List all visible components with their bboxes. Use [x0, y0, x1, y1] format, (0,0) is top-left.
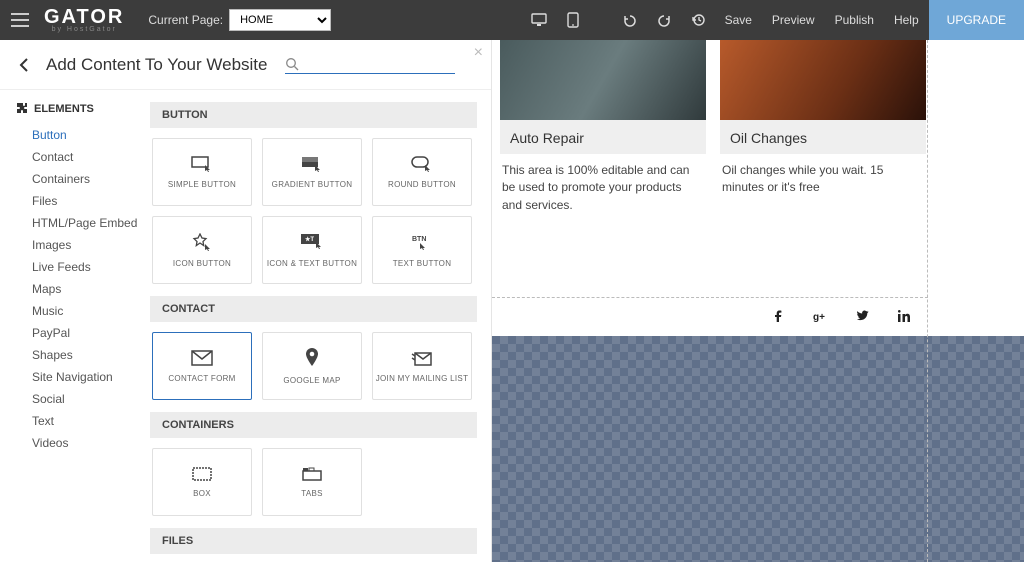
category-list: ELEMENTS Button Contact Containers Files… — [0, 90, 150, 562]
tile-icon-text-button[interactable]: ★T ICON & TEXT BUTTON — [262, 216, 362, 284]
tile-icon-button[interactable]: ICON BUTTON — [152, 216, 252, 284]
save-button[interactable]: Save — [715, 0, 762, 40]
card-image — [720, 40, 926, 120]
twitter-icon[interactable] — [854, 308, 870, 324]
category-item-html[interactable]: HTML/Page Embed — [32, 212, 146, 234]
card-title: Oil Changes — [730, 130, 916, 146]
desktop-view-icon[interactable] — [521, 0, 557, 40]
category-item-images[interactable]: Images — [32, 234, 146, 256]
back-icon[interactable] — [16, 56, 34, 74]
category-item-livefeeds[interactable]: Live Feeds — [32, 256, 146, 278]
card-text: This area is 100% editable and can be us… — [500, 154, 706, 214]
category-item-button[interactable]: Button — [32, 124, 146, 146]
add-content-panel: Add Content To Your Website × ELEMENTS B… — [0, 40, 492, 562]
tile-box[interactable]: BOX — [152, 448, 252, 516]
dashed-divider — [492, 222, 928, 298]
close-icon[interactable]: × — [474, 44, 483, 62]
preview-button[interactable]: Preview — [762, 0, 825, 40]
category-item-videos[interactable]: Videos — [32, 432, 146, 454]
panel-title: Add Content To Your Website — [46, 55, 267, 75]
site-canvas[interactable]: Auto Repair This area is 100% editable a… — [492, 40, 1024, 562]
linkedin-icon[interactable] — [896, 308, 912, 324]
category-item-music[interactable]: Music — [32, 300, 146, 322]
googleplus-icon[interactable]: g+ — [812, 308, 828, 324]
category-item-contact[interactable]: Contact — [32, 146, 146, 168]
tile-round-button[interactable]: ROUND BUTTON — [372, 138, 472, 206]
brand-name: GATOR — [44, 8, 124, 26]
vertical-guide — [927, 40, 928, 562]
tile-text-button[interactable]: BTN TEXT BUTTON — [372, 216, 472, 284]
category-item-containers[interactable]: Containers — [32, 168, 146, 190]
section-contact: CONTACT — [150, 296, 477, 322]
card-oil-changes[interactable]: Oil Changes Oil changes while you wait. … — [720, 40, 926, 214]
section-button: BUTTON — [150, 102, 477, 128]
svg-text:★T: ★T — [305, 236, 314, 243]
card-image — [500, 40, 706, 120]
brand-subtitle: by HostGator — [52, 26, 117, 33]
brand-logo: GATOR by HostGator — [44, 8, 124, 33]
elements-grid: BUTTON SIMPLE BUTTON GRADIENT BUTTON ROU… — [150, 90, 491, 562]
panel-header: Add Content To Your Website × — [0, 40, 491, 90]
mobile-view-icon[interactable] — [557, 0, 589, 40]
tile-gradient-button[interactable]: GRADIENT BUTTON — [262, 138, 362, 206]
menu-toggle[interactable] — [0, 0, 40, 40]
history-icon[interactable] — [681, 0, 715, 40]
card-title: Auto Repair — [510, 130, 696, 146]
search-icon — [285, 57, 299, 71]
upgrade-button[interactable]: UPGRADE — [929, 0, 1024, 40]
category-item-sitenav[interactable]: Site Navigation — [32, 366, 146, 388]
tile-tabs[interactable]: TABS — [262, 448, 362, 516]
category-item-files[interactable]: Files — [32, 190, 146, 212]
search-input[interactable] — [285, 55, 455, 74]
category-item-text[interactable]: Text — [32, 410, 146, 432]
section-files: FILES — [150, 528, 477, 554]
topbar: GATOR by HostGator Current Page: HOME Sa… — [0, 0, 1024, 40]
undo-icon[interactable] — [613, 0, 647, 40]
category-item-maps[interactable]: Maps — [32, 278, 146, 300]
category-header: ELEMENTS — [14, 102, 146, 116]
redo-icon[interactable] — [647, 0, 681, 40]
publish-button[interactable]: Publish — [825, 0, 884, 40]
current-page-label: Current Page: — [148, 13, 223, 27]
card-text: Oil changes while you wait. 15 minutes o… — [720, 154, 926, 197]
card-auto-repair[interactable]: Auto Repair This area is 100% editable a… — [500, 40, 706, 214]
tile-simple-button[interactable]: SIMPLE BUTTON — [152, 138, 252, 206]
svg-text:BTN: BTN — [412, 236, 426, 243]
canvas-checker — [492, 336, 1024, 562]
puzzle-icon — [14, 102, 28, 116]
page-select[interactable]: HOME — [229, 9, 331, 31]
category-item-shapes[interactable]: Shapes — [32, 344, 146, 366]
section-containers: CONTAINERS — [150, 412, 477, 438]
help-button[interactable]: Help — [884, 0, 929, 40]
svg-text:g+: g+ — [813, 312, 825, 322]
tile-google-map[interactable]: GOOGLE MAP — [262, 332, 362, 400]
tile-mailing-list[interactable]: JOIN MY MAILING LIST — [372, 332, 472, 400]
tile-contact-form[interactable]: CONTACT FORM — [152, 332, 252, 400]
facebook-icon[interactable] — [770, 308, 786, 324]
category-item-social[interactable]: Social — [32, 388, 146, 410]
category-item-paypal[interactable]: PayPal — [32, 322, 146, 344]
